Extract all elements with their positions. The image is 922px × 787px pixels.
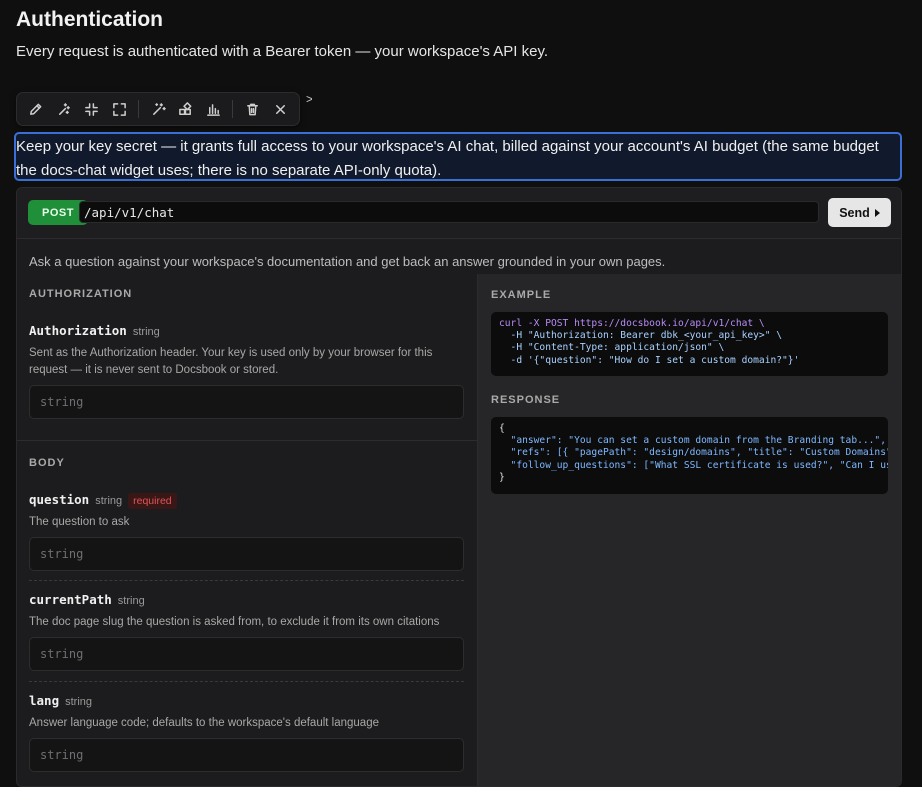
send-button[interactable]: Send: [828, 198, 891, 227]
bar-chart-icon[interactable]: [201, 96, 227, 122]
endpoint-path-input[interactable]: /api/v1/chat: [79, 201, 819, 223]
code-line: "answer": "You can set a custom domain f…: [499, 435, 886, 447]
pencil-icon[interactable]: [23, 96, 49, 122]
code-line: -H "Authorization: Bearer dbk_<your_api_…: [499, 330, 783, 342]
param-divider: [29, 681, 464, 682]
param-lang-description: Answer language code; defaults to the wo…: [29, 717, 379, 729]
widgets-icon[interactable]: [173, 96, 199, 122]
expand-icon[interactable]: [106, 96, 132, 122]
example-code-block: curl -X POST https://docsbook.io/api/v1/…: [491, 312, 888, 376]
param-divider: [29, 580, 464, 581]
code-line: "refs": [{ "pagePath": "design/domains",…: [499, 447, 888, 459]
sparkles-icon[interactable]: [51, 96, 77, 122]
response-section-label: RESPONSE: [491, 394, 561, 406]
lang-input[interactable]: string: [29, 738, 464, 772]
param-type: string: [117, 595, 145, 607]
trash-icon[interactable]: [239, 96, 265, 122]
param-question-description: The question to ask: [29, 516, 130, 528]
code-line: {: [499, 423, 505, 434]
param-type: string: [132, 326, 160, 338]
code-line: -d '{"question": "How do I set a custom …: [499, 354, 800, 366]
close-icon[interactable]: [267, 96, 293, 122]
api-playground: POST /api/v1/chat Send Ask a question ag…: [16, 187, 902, 787]
toolbar-divider: [138, 100, 140, 118]
authorization-section-label: AUTHORIZATION: [29, 288, 133, 300]
endpoint-bar: POST /api/v1/chat Send: [17, 188, 901, 239]
param-lang-name: lang string: [29, 693, 93, 708]
params-panel: AUTHORIZATION Authorization string Sent a…: [17, 274, 478, 786]
param-type: string: [95, 495, 123, 507]
block-toolbar: [16, 92, 300, 126]
page-subtitle: Every request is authenticated with a Be…: [16, 43, 549, 60]
example-panel: EXAMPLE curl -X POST https://docsbook.io…: [478, 274, 901, 786]
toolbar-divider: [232, 100, 234, 118]
param-authorization-name: Authorization string: [29, 323, 160, 338]
example-section-label: EXAMPLE: [491, 289, 552, 301]
param-currentpath-description: The doc page slug the question is asked …: [29, 616, 440, 628]
page-title: Authentication: [16, 8, 163, 31]
send-button-label: Send: [839, 205, 870, 220]
code-line: }: [499, 471, 505, 483]
code-line: curl -X POST https://docsbook.io/api/v1/…: [499, 318, 765, 329]
code-line: -H "Content-Type: application/json" \: [499, 342, 725, 354]
currentpath-input[interactable]: string: [29, 637, 464, 671]
body-section-label: BODY: [29, 457, 65, 469]
param-question-name: question string required: [29, 492, 177, 509]
code-line: "follow_up_questions": ["What SSL certif…: [510, 459, 888, 471]
section-divider: [17, 440, 478, 441]
param-authorization-description: Sent as the Authorization header. Your k…: [29, 347, 433, 376]
required-badge: required: [128, 493, 177, 509]
selected-paragraph[interactable]: Keep your key secret — it grants full ac…: [14, 132, 902, 181]
endpoint-description: Ask a question against your workspace's …: [29, 254, 666, 269]
play-icon: [874, 208, 880, 217]
magic-wand-icon[interactable]: [145, 96, 171, 122]
param-type: string: [65, 696, 93, 708]
param-currentpath-name: currentPath string: [29, 592, 145, 607]
authorization-input[interactable]: string: [29, 385, 464, 419]
response-code-block: { "answer": "You can set a custom domain…: [491, 417, 888, 494]
question-input[interactable]: string: [29, 537, 464, 571]
collapse-icon[interactable]: [79, 96, 105, 122]
